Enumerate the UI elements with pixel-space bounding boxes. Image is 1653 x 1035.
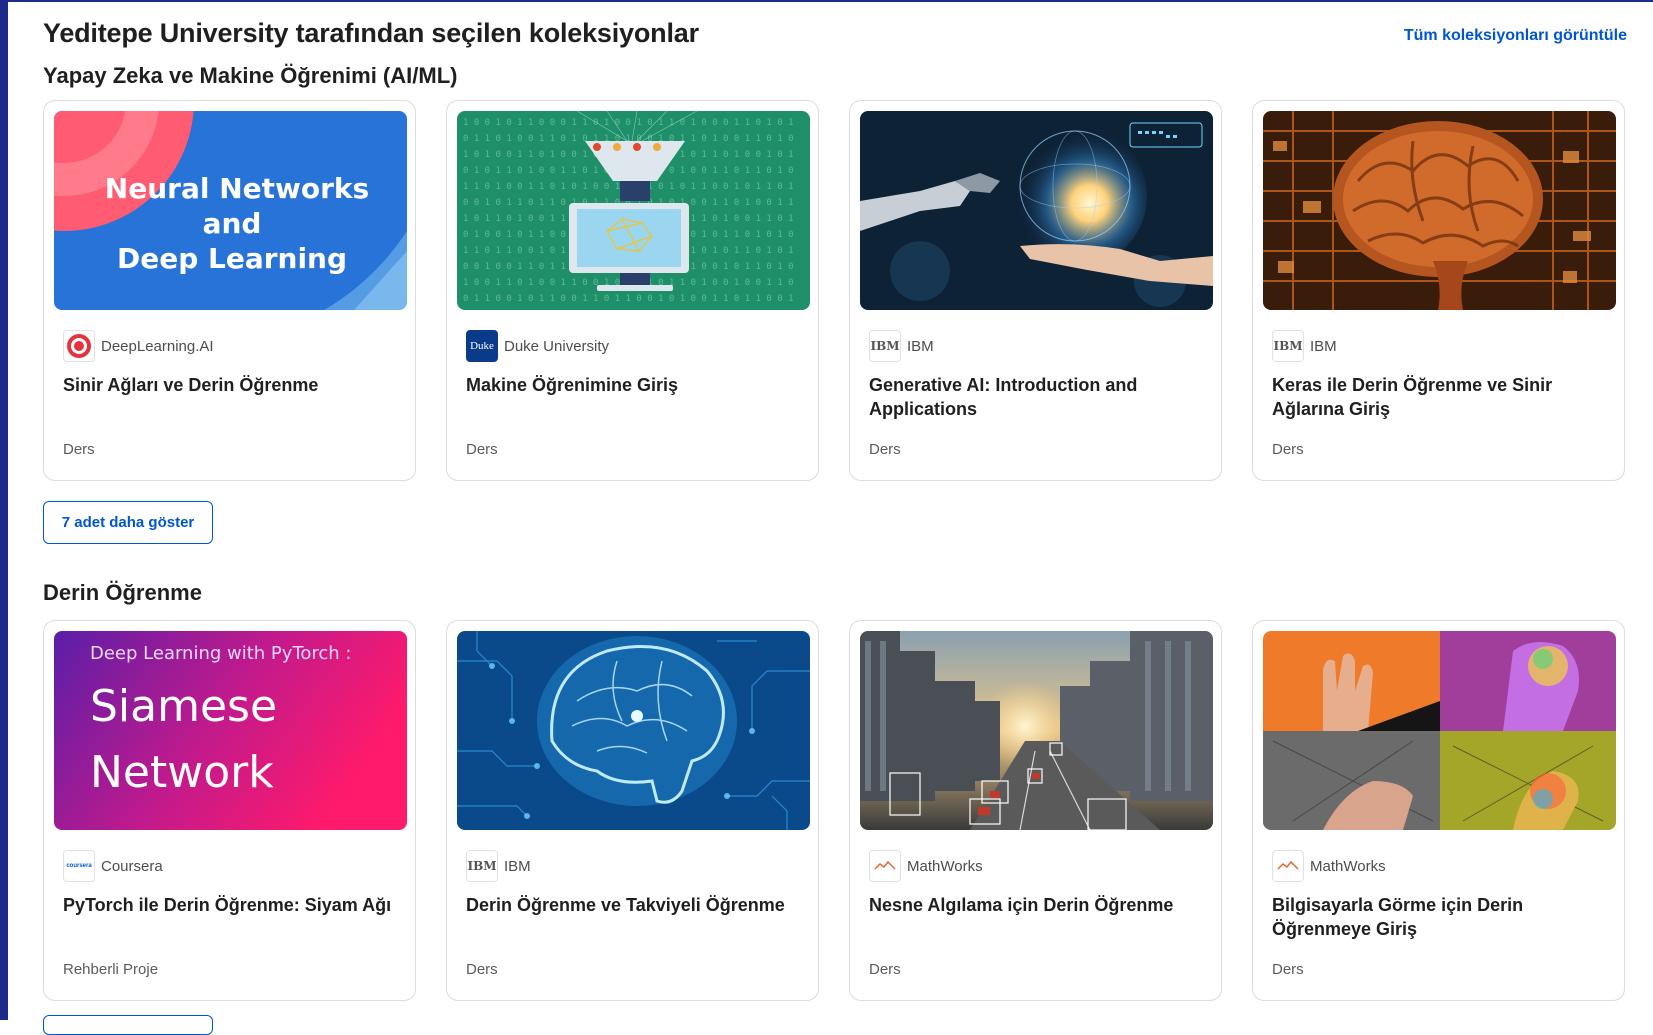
course-type: Ders: [63, 441, 95, 458]
course-thumbnail[interactable]: [860, 631, 1213, 830]
course-card[interactable]: IBM IBM Keras ile Derin Öğrenme ve Sinir…: [1252, 100, 1625, 481]
partner-name: DeepLearning.AI: [101, 337, 214, 355]
partner-info: coursera Coursera: [63, 849, 163, 883]
thumbnail-text: Neural Networks: [105, 172, 369, 205]
partner-info: IBM IBM: [869, 329, 934, 363]
top-border: [0, 0, 1653, 2]
section-title-ai-ml: Yapay Zeka ve Makine Öğrenimi (AI/ML): [43, 63, 458, 88]
ibm-logo-icon: IBM: [466, 850, 498, 882]
course-thumbnail[interactable]: [1263, 111, 1616, 310]
partner-info: MathWorks: [1272, 849, 1386, 883]
course-thumbnail[interactable]: 1 0 0 1 0 1 1 0 0 0 1 1 0 1 0 0 1 0 1 1 …: [457, 111, 810, 310]
partner-name: MathWorks: [907, 857, 983, 875]
course-row-deep-learning: Deep Learning with PyTorch : Siamese Net…: [43, 620, 1627, 1002]
course-title[interactable]: Generative AI: Introduction and Applicat…: [869, 373, 1204, 421]
deeplearning-ai-logo-icon: [63, 330, 95, 362]
partner-info: IBM IBM: [466, 849, 531, 883]
course-card[interactable]: IBM IBM Derin Öğrenme ve Takviyeli Öğren…: [446, 620, 819, 1001]
section-title-deep-learning: Derin Öğrenme: [43, 580, 202, 605]
page-title: Yeditepe University tarafından seçilen k…: [43, 18, 699, 48]
course-type: Ders: [1272, 961, 1304, 978]
course-type: Rehberli Proje: [63, 961, 159, 978]
course-type: Ders: [869, 961, 901, 978]
coursera-logo-icon: coursera: [63, 850, 95, 882]
thumbnail-text: Network: [90, 747, 274, 798]
show-more-button[interactable]: [43, 1015, 213, 1035]
partner-name: Duke University: [504, 337, 610, 355]
partner-name: IBM: [907, 337, 934, 355]
partner-info: MathWorks: [869, 849, 983, 883]
partner-info: Duke Duke University: [466, 329, 609, 363]
thumbnail-text: Siamese: [90, 681, 277, 732]
course-type: Ders: [869, 441, 901, 458]
thumbnail-text: and: [203, 207, 262, 240]
thumbnail-text: Deep Learning with PyTorch :: [90, 643, 351, 664]
show-more-button[interactable]: 7 adet daha göster: [43, 501, 213, 544]
course-title[interactable]: Bilgisayarla Görme için Derin Öğrenmeye …: [1272, 893, 1607, 941]
course-title[interactable]: Makine Öğrenimine Giriş: [466, 373, 801, 397]
course-type: Ders: [466, 961, 498, 978]
view-all-collections-link[interactable]: Tüm koleksiyonları görüntüle: [1404, 27, 1627, 45]
course-card[interactable]: MathWorks Nesne Algılama için Derin Öğre…: [849, 620, 1222, 1001]
partner-name: MathWorks: [1310, 857, 1386, 875]
course-thumbnail[interactable]: Deep Learning with PyTorch : Siamese Net…: [54, 631, 407, 830]
course-title[interactable]: PyTorch ile Derin Öğrenme: Siyam Ağı: [63, 893, 398, 917]
partner-name: IBM: [1310, 337, 1337, 355]
ibm-logo-icon: IBM: [869, 330, 901, 362]
course-thumbnail[interactable]: Neural Networks and Deep Learning: [54, 111, 407, 310]
mathworks-logo-icon: [869, 850, 901, 882]
course-thumbnail[interactable]: [457, 631, 810, 830]
partner-info: IBM IBM: [1272, 329, 1337, 363]
course-thumbnail[interactable]: [1263, 631, 1616, 830]
course-title[interactable]: Keras ile Derin Öğrenme ve Sinir Ağların…: [1272, 373, 1607, 421]
course-title[interactable]: Derin Öğrenme ve Takviyeli Öğrenme: [466, 893, 801, 917]
svg-text:1 0 0 1 0 1 1 0 0 0 1 1 0 1 0: 1 0 0 1 0 1 1 0 0 0 1 1 0 1 0 0 1 0 1 1 …: [463, 118, 794, 128]
course-type: Ders: [1272, 441, 1304, 458]
course-card[interactable]: IBM IBM Generative AI: Introduction and …: [849, 100, 1222, 481]
course-title[interactable]: Sinir Ağları ve Derin Öğrenme: [63, 373, 398, 397]
duke-university-logo-icon: Duke: [466, 330, 498, 362]
partner-name: IBM: [504, 857, 531, 875]
partner-name: Coursera: [101, 857, 163, 875]
course-card[interactable]: Neural Networks and Deep Learning DeepLe…: [43, 100, 416, 481]
course-title[interactable]: Nesne Algılama için Derin Öğrenme: [869, 893, 1204, 917]
course-card[interactable]: MathWorks Bilgisayarla Görme için Derin …: [1252, 620, 1625, 1001]
partner-info: DeepLearning.AI: [63, 329, 214, 363]
course-row-ai-ml: Neural Networks and Deep Learning DeepLe…: [43, 100, 1627, 482]
course-type: Ders: [466, 441, 498, 458]
thumbnail-text: Deep Learning: [117, 242, 347, 275]
left-edge-bar: [0, 0, 8, 1020]
course-card[interactable]: 1 0 0 1 0 1 1 0 0 0 1 1 0 1 0 0 1 0 1 1 …: [446, 100, 819, 481]
ibm-logo-icon: IBM: [1272, 330, 1304, 362]
svg-text:0 1 1 0 0 1 0 1 1 0 0 1 1 0 1: 0 1 1 0 0 1 0 1 1 0 0 1 1 0 1 1 0 0 1 0 …: [463, 294, 794, 304]
course-thumbnail[interactable]: [860, 111, 1213, 310]
mathworks-logo-icon: [1272, 850, 1304, 882]
course-card[interactable]: Deep Learning with PyTorch : Siamese Net…: [43, 620, 416, 1001]
